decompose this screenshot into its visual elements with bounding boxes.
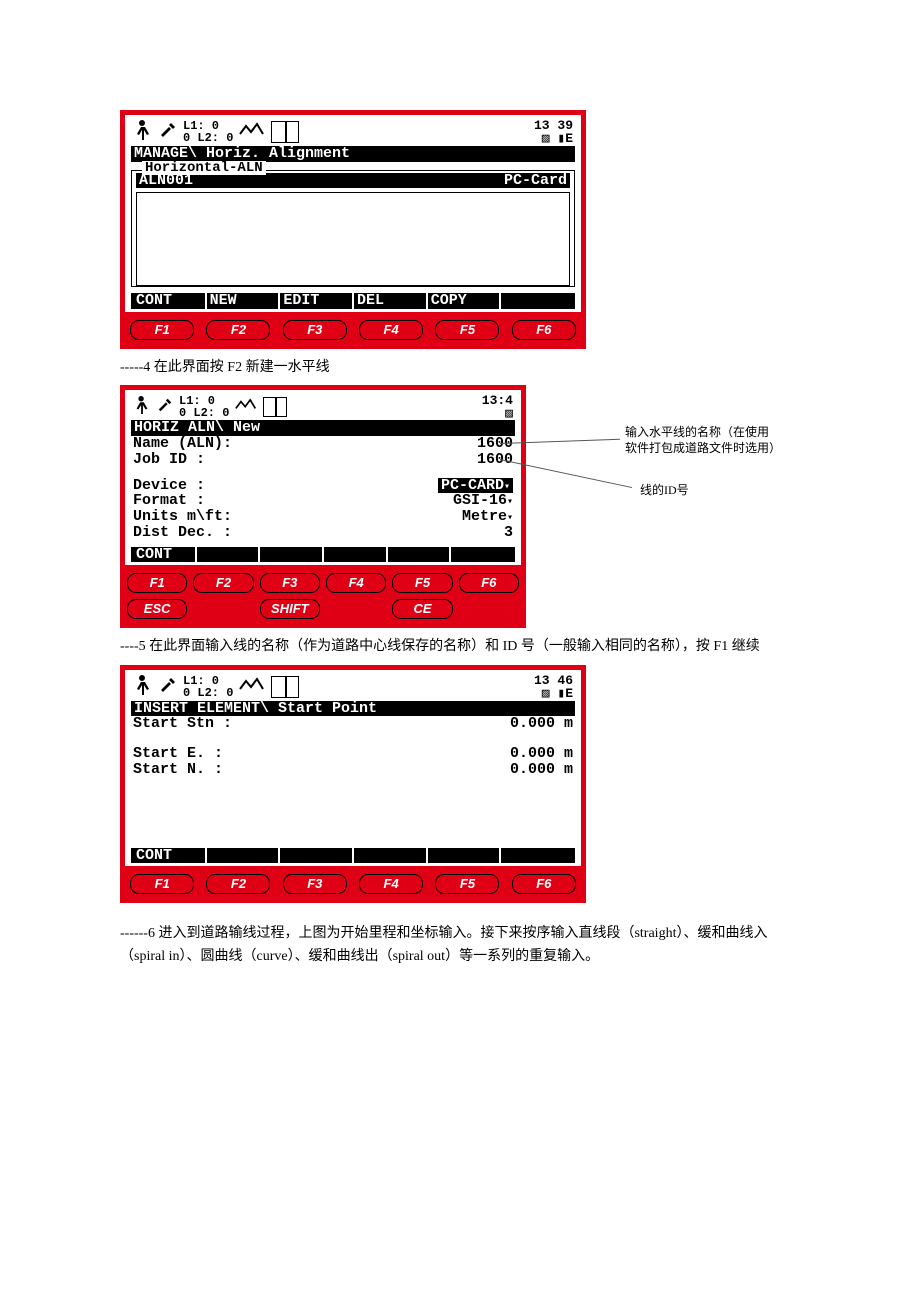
person-icon — [133, 674, 153, 701]
f6-key[interactable]: F6 — [512, 874, 576, 894]
start-stn-input[interactable]: 0.000 — [510, 715, 555, 732]
distdec-input[interactable]: 3 — [504, 525, 513, 541]
sk-cont[interactable]: CONT — [133, 293, 207, 309]
clock: 13 46 ▨ ▮E — [534, 674, 573, 700]
person-icon — [133, 395, 151, 420]
tool-icon — [159, 121, 177, 144]
f5-key[interactable]: F5 — [435, 320, 499, 340]
sk-copy[interactable]: COPY — [428, 293, 502, 309]
device-select[interactable]: PC-CARD — [438, 478, 513, 494]
field-start-stn: Start Stn : 0.000 m — [131, 716, 575, 732]
annotation-name: 输入水平线的名称（在使用软件打包成道路文件时选用） — [625, 425, 775, 456]
zigzag-icon — [239, 122, 265, 143]
device-screen-new: L1: 0 0 L2: 0 13:4 ▨ HORIZ ALN\ New Name… — [120, 385, 526, 628]
person-icon — [133, 119, 153, 146]
panel-label: Horizontal-ALN — [142, 161, 266, 176]
field-jobid: Job ID : 1600 — [131, 452, 515, 468]
level-readout: L1: 0 0 L2: 0 — [179, 395, 229, 419]
lcd: L1: 0 0 L2: 0 13 46 ▨ ▮E INSERT ELEMENT\… — [125, 670, 581, 867]
esc-key[interactable]: ESC — [127, 599, 187, 619]
caption-4: -----4 在此界面按 F2 新建一水平线 — [120, 357, 800, 379]
device-screen-manage: L1: 0 0 L2: 0 13 39 ▨ ▮E MANAGE\ Horiz. … — [120, 110, 586, 349]
clock: 13 39 ▨ ▮E — [534, 119, 573, 145]
item-location: PC-Card — [504, 173, 567, 189]
function-keys: F1 F2 F3 F4 F5 F6 — [123, 314, 583, 346]
f1-key[interactable]: F1 — [130, 874, 194, 894]
f5-key[interactable]: F5 — [435, 874, 499, 894]
field-start-e: Start E. : 0.000 m — [131, 746, 575, 762]
function-keys: F1 F2 F3 F4 F5 F6 — [123, 868, 583, 900]
start-n-input[interactable]: 0.000 — [510, 761, 555, 778]
zigzag-icon — [239, 677, 265, 698]
start-e-input[interactable]: 0.000 — [510, 745, 555, 762]
bottom-keys: ESC SHIFT CE — [123, 599, 523, 625]
f4-key[interactable]: F4 — [326, 573, 386, 593]
name-input[interactable]: 1600 — [477, 436, 513, 452]
screen-title: HORIZ ALN\ New — [131, 420, 515, 436]
softkey-bar: CONT — [131, 547, 515, 563]
level-readout: L1: 0 0 L2: 0 — [183, 675, 233, 699]
lcd: L1: 0 0 L2: 0 13:4 ▨ HORIZ ALN\ New Name… — [125, 390, 521, 565]
field-device: Device : PC-CARD — [131, 478, 515, 494]
softkey-bar: CONT — [131, 848, 575, 864]
panel-icon — [263, 397, 287, 417]
f4-key[interactable]: F4 — [359, 320, 423, 340]
sk-del[interactable]: DEL — [354, 293, 428, 309]
caption-6: ------6 进入到道路输线过程，上图为开始里程和坐标输入。接下来按序输入直线… — [120, 923, 800, 968]
sk-cont[interactable]: CONT — [133, 547, 197, 563]
f3-key[interactable]: F3 — [283, 320, 347, 340]
tool-icon — [157, 397, 173, 418]
sk-new[interactable]: NEW — [207, 293, 281, 309]
f2-key[interactable]: F2 — [206, 320, 270, 340]
sk-cont[interactable]: CONT — [133, 848, 207, 864]
panel-icon — [271, 121, 299, 143]
function-keys: F1 F2 F3 F4 F5 F6 — [123, 567, 523, 599]
f4-key[interactable]: F4 — [359, 874, 423, 894]
field-name: Name (ALN): 1600 — [131, 436, 515, 452]
f1-key[interactable]: F1 — [127, 573, 187, 593]
field-format: Format : GSI-16 — [131, 493, 515, 509]
f1-key[interactable]: F1 — [130, 320, 194, 340]
field-distdec: Dist Dec. : 3 — [131, 525, 515, 541]
list-panel: Horizontal-ALN ALN001 PC-Card — [131, 170, 575, 288]
zigzag-icon — [235, 398, 257, 417]
f3-key[interactable]: F3 — [283, 874, 347, 894]
status-bar: L1: 0 0 L2: 0 13 39 ▨ ▮E — [131, 119, 575, 146]
f3-key[interactable]: F3 — [260, 573, 320, 593]
panel-icon — [271, 676, 299, 698]
field-start-n: Start N. : 0.000 m — [131, 762, 575, 778]
screen-title: INSERT ELEMENT\ Start Point — [131, 701, 575, 717]
tool-icon — [159, 676, 177, 699]
format-select[interactable]: GSI-16 — [453, 493, 513, 509]
units-select[interactable]: Metre — [462, 509, 513, 525]
f5-key[interactable]: F5 — [392, 573, 452, 593]
f2-key[interactable]: F2 — [193, 573, 253, 593]
lcd: L1: 0 0 L2: 0 13 39 ▨ ▮E MANAGE\ Horiz. … — [125, 115, 581, 312]
list-box — [136, 192, 570, 286]
status-bar: L1: 0 0 L2: 0 13:4 ▨ — [131, 394, 515, 420]
status-bar: L1: 0 0 L2: 0 13 46 ▨ ▮E — [131, 674, 575, 701]
f6-key[interactable]: F6 — [512, 320, 576, 340]
clock: 13:4 ▨ — [482, 394, 513, 420]
ce-key[interactable]: CE — [392, 599, 452, 619]
field-units: Units m\ft: Metre — [131, 509, 515, 525]
level-readout: L1: 0 0 L2: 0 — [183, 120, 233, 144]
f6-key[interactable]: F6 — [459, 573, 519, 593]
sk-6[interactable] — [501, 293, 573, 309]
softkey-bar: CONT NEW EDIT DEL COPY — [131, 293, 575, 309]
annotation-id: 线的ID号 — [640, 483, 689, 499]
caption-5: ----5 在此界面输入线的名称（作为道路中心线保存的名称）和 ID 号（一般输… — [120, 636, 800, 658]
f2-key[interactable]: F2 — [206, 874, 270, 894]
shift-key[interactable]: SHIFT — [260, 599, 320, 619]
device-screen-insert: L1: 0 0 L2: 0 13 46 ▨ ▮E INSERT ELEMENT\… — [120, 665, 586, 904]
sk-edit[interactable]: EDIT — [280, 293, 354, 309]
